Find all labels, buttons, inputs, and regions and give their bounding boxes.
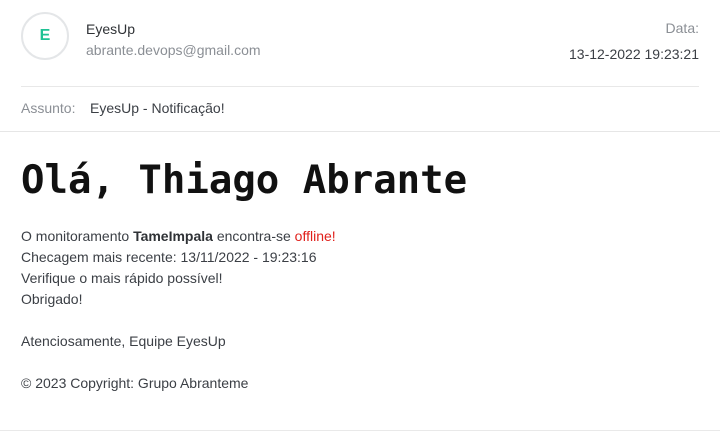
monitor-name: TameImpala <box>133 228 213 244</box>
message-paragraph: O monitoramento TameImpala encontra-se o… <box>21 226 699 310</box>
thanks-line: Obrigado! <box>21 291 83 307</box>
email-body: Olá, Thiago Abrante O monitoramento Tame… <box>0 158 720 394</box>
copyright: © 2023 Copyright: Grupo Abranteme <box>21 375 249 391</box>
avatar-initial: E <box>39 27 51 44</box>
email-header: E EyesUp abrante.devops@gmail.com Data: … <box>21 0 699 87</box>
status-offline: offline! <box>294 228 336 244</box>
status-line-prefix: O monitoramento <box>21 228 134 244</box>
greeting-heading: Olá, Thiago Abrante <box>21 158 468 203</box>
date-label: Data: <box>665 20 699 36</box>
last-check-line: Checagem mais recente: 13/11/2022 - 19:2… <box>21 249 317 265</box>
sender-name: EyesUp <box>86 21 136 37</box>
header-divider <box>0 131 720 132</box>
verify-line: Verifique o mais rápido possível! <box>21 270 223 286</box>
subject-value: EyesUp - Notificação! <box>90 100 225 116</box>
signature: Atenciosamente, Equipe EyesUp <box>21 333 226 349</box>
subject-label: Assunto: <box>21 100 76 116</box>
email-view: E EyesUp abrante.devops@gmail.com Data: … <box>0 0 720 431</box>
subject-row: Assunto: EyesUp - Notificação! <box>21 87 699 131</box>
sender-email[interactable]: abrante.devops@gmail.com <box>86 42 261 58</box>
date-value: 13-12-2022 19:23:21 <box>569 46 699 62</box>
status-line-middle: encontra-se <box>212 228 295 244</box>
status-line: O monitoramento TameImpala encontra-se o… <box>21 226 699 247</box>
sender-avatar: E <box>21 12 69 60</box>
